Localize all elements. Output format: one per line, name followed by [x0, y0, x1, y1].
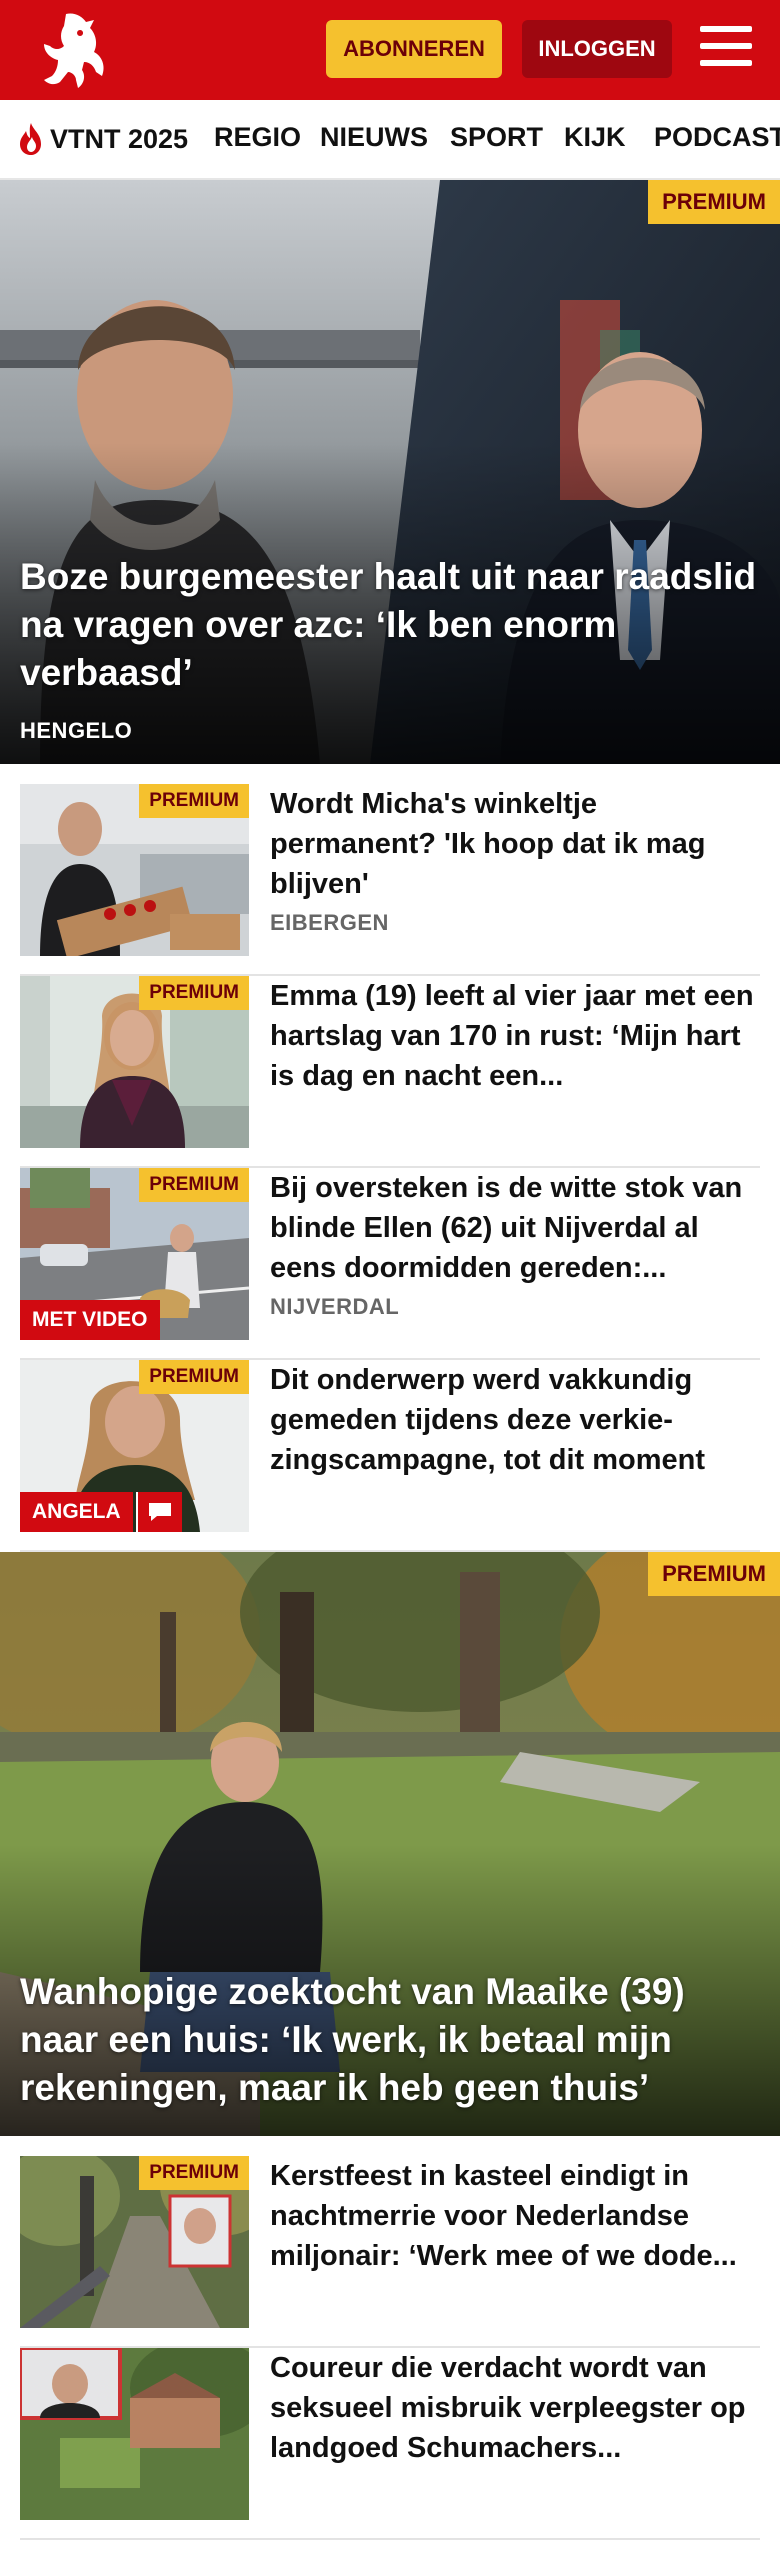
video-label: MET VIDEO — [20, 1300, 160, 1340]
top-bar: ABONNEREN INLOGGEN — [0, 0, 780, 100]
nav-label: KIJK — [564, 122, 626, 152]
list-item[interactable]: PREMIUM Emma (19) leeft al vier jaar met… — [20, 976, 760, 1168]
article-thumbnail: PREMIUM — [20, 784, 249, 956]
nav-item-podcast[interactable]: PODCAST — [654, 122, 780, 153]
nav-label: REGIO — [214, 122, 302, 152]
horse-logo-icon[interactable] — [36, 10, 108, 90]
premium-badge: PREMIUM — [139, 2156, 249, 2190]
article-headline[interactable]: Dit onderwerp werd vakkundig gemeden tij… — [270, 1360, 760, 1480]
article-headline[interactable]: Emma (19) leeft al vier jaar met een har… — [270, 976, 760, 1096]
hero-headline[interactable]: Wanhopige zoektocht van Maaike (39) naar… — [20, 1968, 760, 2112]
nav-label: VTNT 2025 — [50, 123, 189, 154]
hero-location: HENGELO — [20, 718, 133, 743]
article-headline[interactable]: Kerstfeest in kasteel eindigt in nachtme… — [270, 2156, 760, 2276]
nav-item-regio[interactable]: REGIO — [214, 122, 301, 153]
nav-item-vtnt2025[interactable]: VTNT 2025 — [16, 122, 188, 156]
article-headline[interactable]: Bij oversteken is de witte stok van blin… — [270, 1168, 760, 1288]
subscribe-button[interactable]: ABONNEREN — [326, 20, 502, 78]
flame-icon — [20, 123, 41, 155]
hero-article-2[interactable]: PREMIUM Wanhopige zoektocht van Maaike (… — [0, 1552, 780, 2136]
article-headline[interactable]: Wordt Micha's winkeltje permanent? 'Ik h… — [270, 784, 760, 904]
section-nav: VTNT 2025 REGIO NIEUWS SPORT KIJK PODCAS… — [0, 100, 780, 180]
nav-item-sport[interactable]: SPORT — [450, 122, 543, 153]
article-thumbnail: PREMIUM MET VIDEO — [20, 1168, 249, 1340]
hero-headline[interactable]: Boze burgemeester haalt uit naar raadsli… — [20, 553, 760, 697]
nav-label: PODCAST — [654, 122, 780, 152]
premium-badge: PREMIUM — [139, 784, 249, 818]
nav-item-nieuws[interactable]: NIEUWS — [320, 122, 428, 153]
premium-badge: PREMIUM — [648, 1552, 780, 1596]
comment-icon — [136, 1492, 182, 1532]
hero-article[interactable]: PREMIUM Boze burgemeester haalt uit naar… — [0, 180, 780, 764]
list-item[interactable]: PREMIUM ANGELA Dit onderwerp werd vakkun… — [20, 1360, 760, 1552]
list-item[interactable]: PREMIUM MET VIDEO Bij oversteken is de w… — [20, 1168, 760, 1360]
article-thumbnail: PREMIUM — [20, 2156, 249, 2328]
hamburger-menu-icon[interactable] — [700, 26, 752, 72]
nav-label: SPORT — [450, 122, 544, 152]
article-thumbnail — [20, 2348, 249, 2520]
list-item[interactable]: PREMIUM Wordt Micha's winkeltje permanen… — [20, 784, 760, 976]
list-item[interactable]: Coureur die verdacht wordt van seksueel … — [20, 2348, 760, 2540]
article-location: EIBERGEN — [270, 910, 389, 935]
premium-badge: PREMIUM — [139, 1168, 249, 1202]
nav-item-kijk[interactable]: KIJK — [564, 122, 626, 153]
premium-badge: PREMIUM — [648, 180, 780, 224]
author-label: ANGELA — [20, 1492, 133, 1532]
nav-label: NIEUWS — [320, 122, 428, 152]
list-item[interactable]: PREMIUM Kerstfeest in kasteel eindigt in… — [20, 2156, 760, 2348]
article-location: NIJVERDAL — [270, 1294, 400, 1319]
article-thumbnail: PREMIUM ANGELA — [20, 1360, 249, 1532]
article-thumbnail: PREMIUM — [20, 976, 249, 1148]
premium-badge: PREMIUM — [139, 976, 249, 1010]
login-button[interactable]: INLOGGEN — [522, 20, 672, 78]
premium-badge: PREMIUM — [139, 1360, 249, 1394]
article-headline[interactable]: Coureur die verdacht wordt van seksueel … — [270, 2348, 760, 2468]
